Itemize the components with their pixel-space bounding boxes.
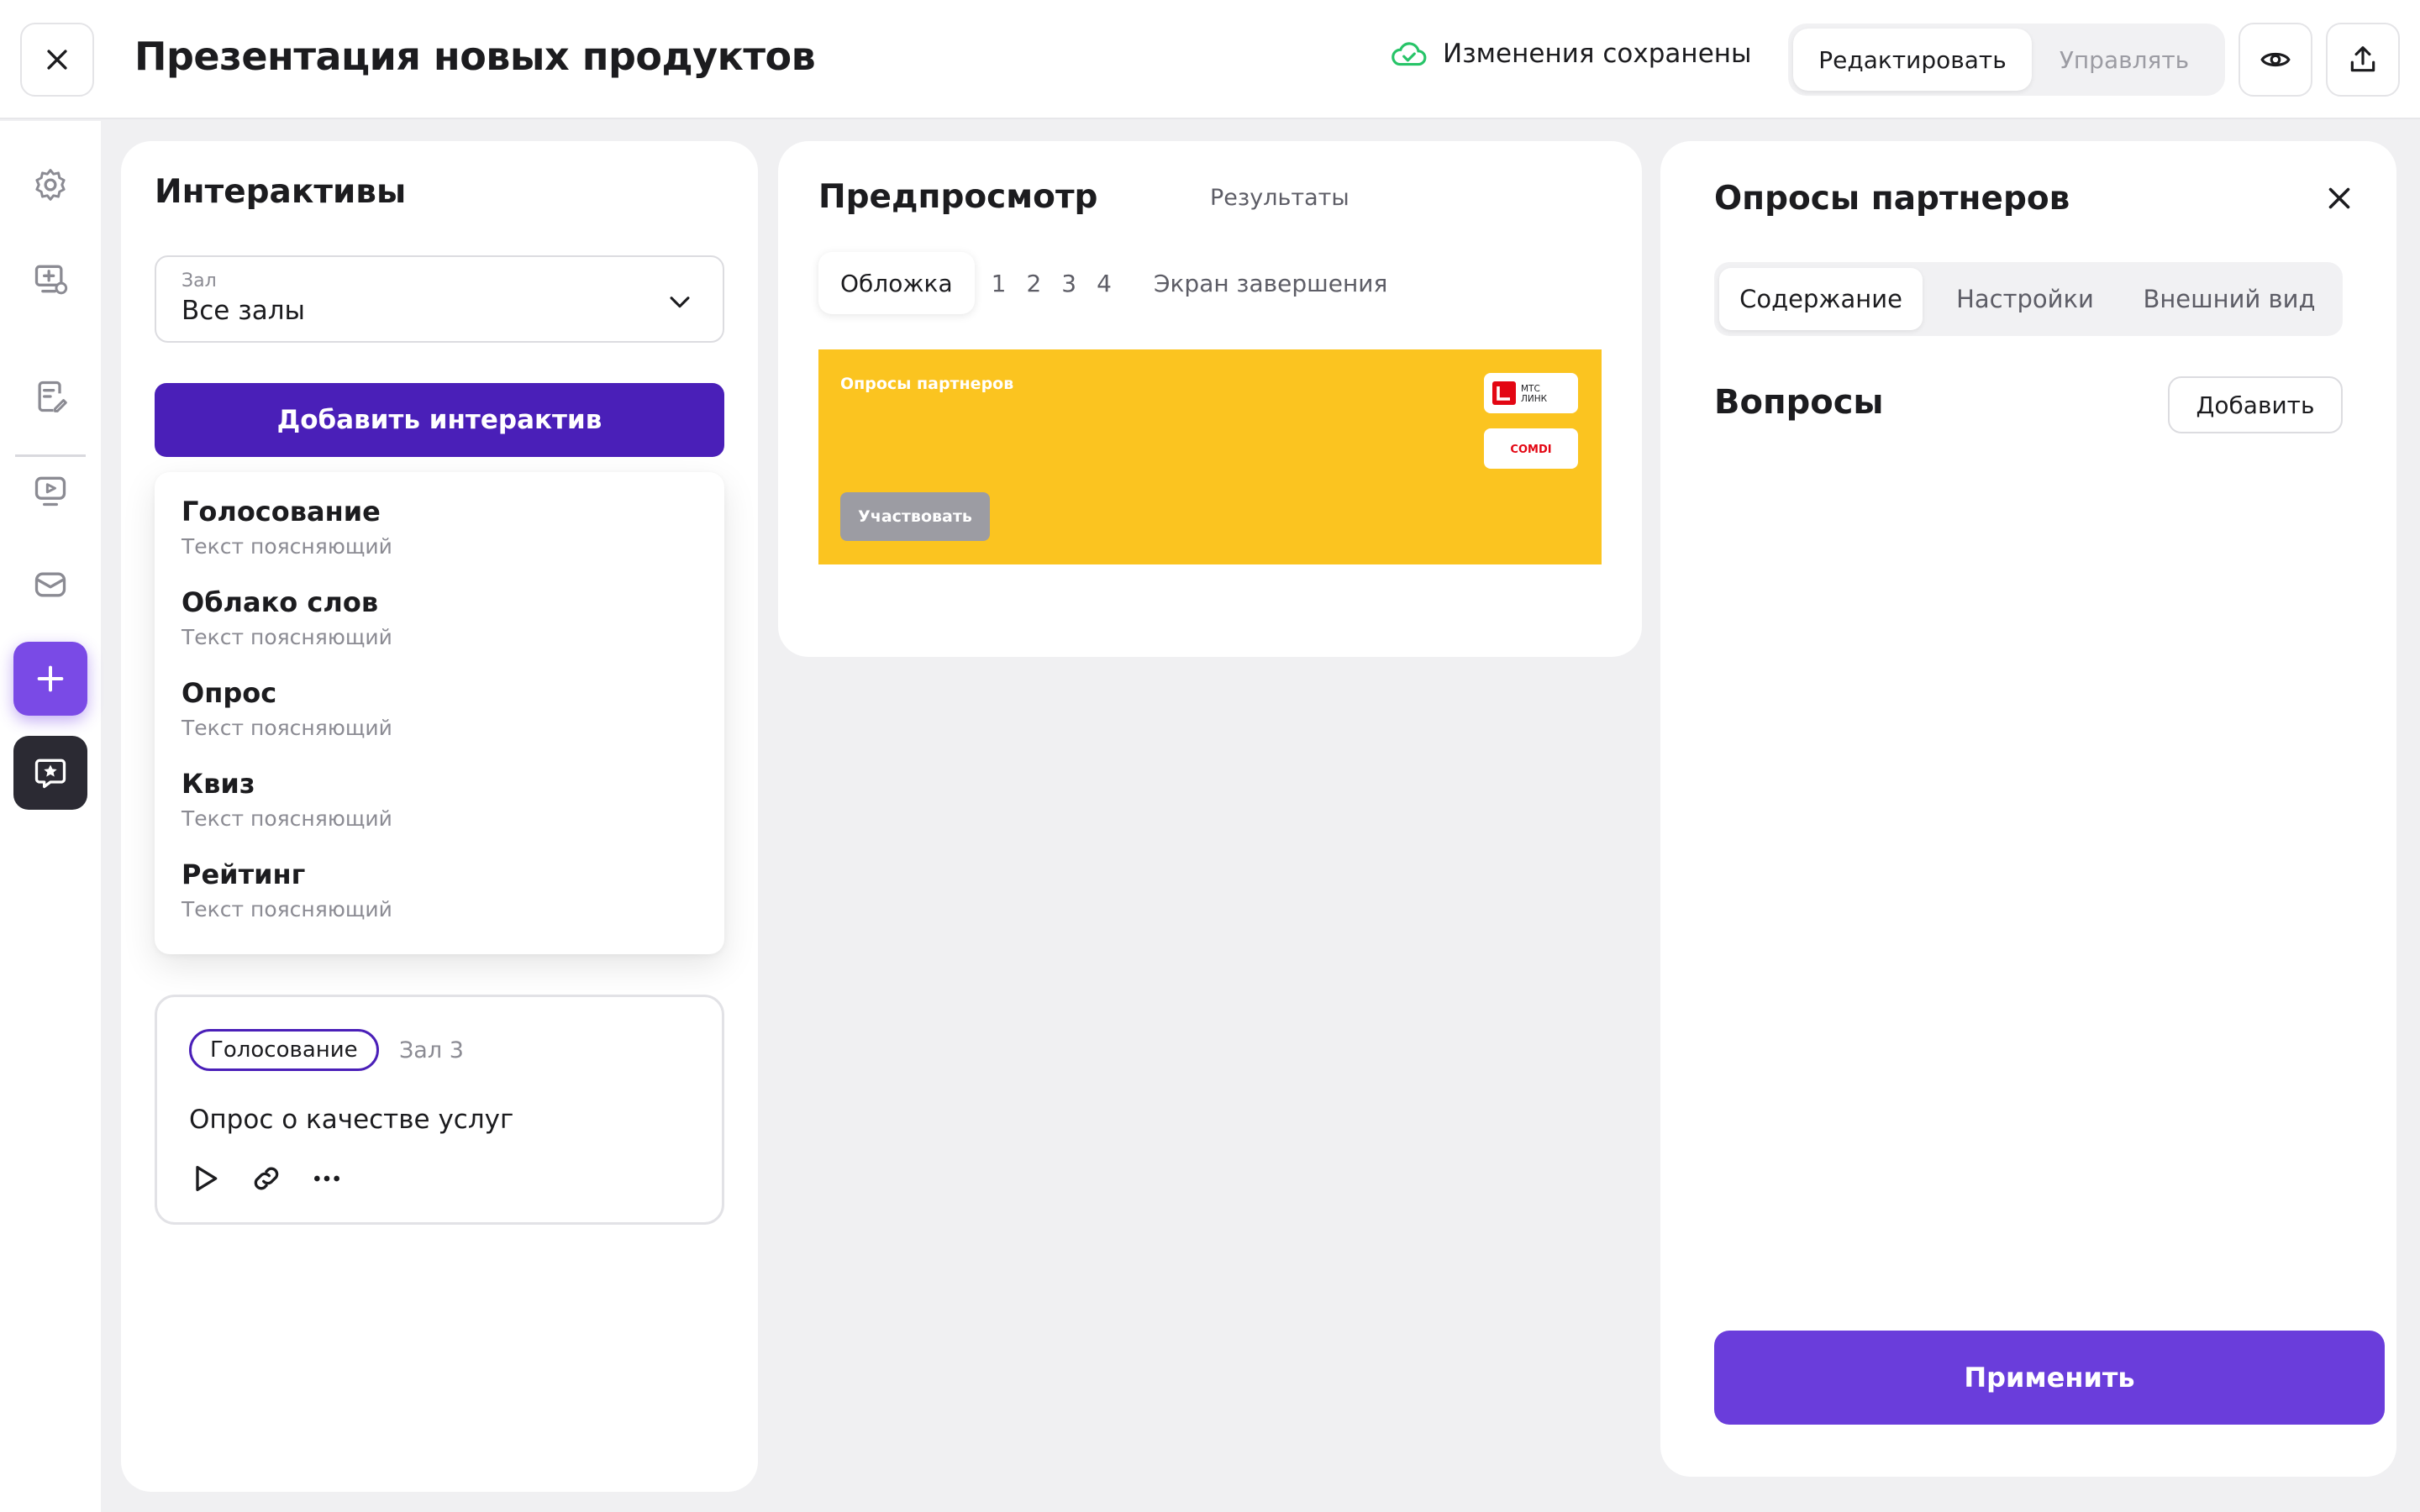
settings-tabs: Содержание Настройки Внешний вид [1714, 262, 2343, 336]
hall-select[interactable]: Зал Все залы [155, 255, 724, 343]
interactive-card[interactable]: Голосование Зал 3 Опрос о качестве услуг [155, 995, 724, 1225]
close-button[interactable] [20, 23, 94, 97]
svg-text:COMDI: COMDI [1510, 444, 1551, 456]
chevron-down-icon [670, 297, 690, 308]
mail-icon [34, 572, 66, 597]
slide-tab-cover[interactable]: Обложка [818, 252, 975, 314]
cover-preview: Опросы партнеров МТС ЛИНК COMDI Участвов… [818, 349, 1602, 564]
tab-appearance[interactable]: Внешний вид [2128, 268, 2331, 330]
rail-video[interactable] [13, 454, 87, 528]
link-icon[interactable] [250, 1162, 283, 1195]
close-panel-icon[interactable] [2324, 183, 2354, 213]
video-icon [34, 476, 66, 507]
settings-panel [1660, 141, 2396, 1477]
cloud-check-icon [1392, 42, 1427, 66]
hall-select-label: Зал [182, 270, 217, 291]
gear-icon [35, 169, 66, 201]
close-icon [47, 50, 67, 70]
tab-results[interactable]: Результаты [1210, 185, 1349, 211]
eye-icon [2260, 52, 2291, 67]
slide-tabs: Обложка 1 2 3 4 Экран завершения [818, 252, 1397, 314]
tab-content[interactable]: Содержание [1719, 268, 1923, 330]
page-title: Презентация новых продуктов [134, 34, 816, 79]
menu-item-rating[interactable]: Рейтинг Текст поясняющий [155, 857, 724, 948]
menu-item-title: Квиз [182, 768, 255, 800]
rail-settings[interactable] [13, 148, 87, 222]
share-button[interactable] [2326, 23, 2400, 97]
mode-switch: Редактировать Управлять [1788, 24, 2225, 96]
menu-item-poll[interactable]: Опрос Текст поясняющий [155, 675, 724, 766]
slide-tab-finish[interactable]: Экран завершения [1144, 270, 1397, 297]
slide-tab-4[interactable]: 4 [1086, 270, 1122, 297]
edit-note-icon [38, 381, 67, 412]
menu-item-title: Облако слов [182, 586, 379, 618]
add-screen-icon [34, 265, 68, 295]
left-rail [0, 121, 101, 1512]
menu-item-desc: Текст поясняющий [182, 716, 392, 740]
menu-item-desc: Текст поясняющий [182, 806, 392, 831]
top-bar: Презентация новых продуктов Изменения со… [0, 0, 2420, 119]
rail-add-screen[interactable] [13, 242, 87, 316]
menu-item-desc: Текст поясняющий [182, 625, 392, 649]
menu-item-title: Рейтинг [182, 858, 306, 890]
mts-link-logo-icon: МТС ЛИНК [1492, 381, 1548, 405]
star-chat-icon [34, 759, 66, 789]
menu-item-title: Опрос [182, 677, 277, 709]
tab-manage[interactable]: Управлять [2032, 29, 2217, 91]
cover-title: Опросы партнеров [840, 375, 1014, 393]
slide-tab-1[interactable]: 1 [981, 270, 1017, 297]
plus-icon [37, 665, 64, 692]
comdi-logo: COMDI [1484, 428, 1578, 469]
menu-item-title: Голосование [182, 496, 381, 528]
rail-add-button[interactable] [13, 642, 87, 716]
rail-mail[interactable] [13, 548, 87, 622]
questions-heading: Вопросы [1714, 383, 1884, 422]
more-icon[interactable] [310, 1162, 344, 1195]
save-status-text: Изменения сохранены [1443, 39, 1752, 69]
interactive-type-menu: Голосование Текст поясняющий Облако слов… [155, 472, 724, 954]
add-question-button[interactable]: Добавить [2168, 376, 2343, 433]
svg-text:МТС: МТС [1521, 384, 1540, 394]
card-hall: Зал 3 [399, 1037, 464, 1063]
card-title: Опрос о качестве услуг [189, 1105, 514, 1135]
play-icon[interactable] [189, 1162, 223, 1195]
menu-item-desc: Текст поясняющий [182, 897, 392, 921]
type-tag: Голосование [189, 1029, 379, 1071]
menu-item-desc: Текст поясняющий [182, 534, 392, 559]
tab-edit[interactable]: Редактировать [1793, 29, 2032, 91]
menu-item-quiz[interactable]: Квиз Текст поясняющий [155, 766, 724, 857]
settings-title: Опросы партнеров [1714, 180, 2070, 218]
tab-settings[interactable]: Настройки [1923, 268, 2128, 330]
slide-tab-3[interactable]: 3 [1051, 270, 1086, 297]
rail-notes[interactable] [13, 360, 87, 433]
menu-item-word-cloud[interactable]: Облако слов Текст поясняющий [155, 585, 724, 675]
add-interactive-button[interactable]: Добавить интерактив [155, 383, 724, 457]
upload-icon [2350, 46, 2375, 72]
participate-button[interactable]: Участвовать [840, 492, 990, 541]
interactives-title: Интерактивы [155, 173, 407, 211]
slide-tab-2[interactable]: 2 [1016, 270, 1051, 297]
preview-title[interactable]: Предпросмотр [818, 178, 1097, 216]
hall-select-value: Все залы [182, 296, 306, 326]
mts-link-logo: МТС ЛИНК [1484, 373, 1578, 413]
preview-button[interactable] [2238, 23, 2312, 97]
save-status: Изменения сохранены [1391, 39, 1752, 69]
menu-item-voting[interactable]: Голосование Текст поясняющий [155, 494, 724, 585]
comdi-logo-icon: COMDI [1510, 444, 1551, 456]
apply-button[interactable]: Применить [1714, 1331, 2385, 1425]
svg-text:ЛИНК: ЛИНК [1521, 394, 1548, 404]
rail-interactives[interactable] [13, 736, 87, 810]
